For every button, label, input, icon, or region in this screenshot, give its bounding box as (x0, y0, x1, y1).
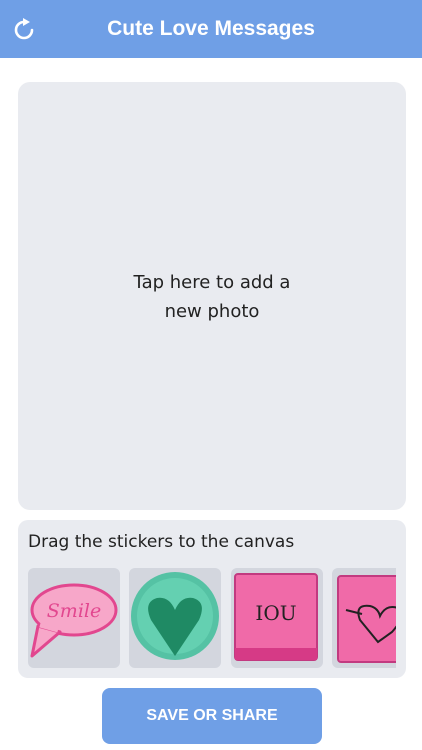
sticker-panel: Drag the stickers to the canvas Smile IO… (18, 520, 406, 678)
pink-note-iou-sticker[interactable]: IOU (231, 568, 323, 668)
save-or-share-button[interactable]: SAVE OR SHARE (102, 688, 322, 744)
page-title: Cute Love Messages (107, 17, 315, 40)
add-photo-prompt: Tap here to add a new photo (92, 268, 332, 326)
refresh-icon[interactable] (10, 16, 38, 44)
pink-note-arrow-heart-sticker[interactable] (332, 568, 396, 668)
photo-canvas[interactable]: Tap here to add a new photo (18, 82, 406, 510)
add-photo-prompt-line2: new photo (164, 301, 260, 322)
green-heart-sticker[interactable] (129, 568, 221, 668)
sticker-row[interactable]: Smile IOU (28, 568, 396, 668)
iou-sticker-text: IOU (255, 601, 296, 625)
navigation-bar: Cute Love Messages (0, 0, 422, 58)
smile-speech-bubble-sticker[interactable]: Smile (28, 568, 120, 668)
smile-sticker-text: Smile (47, 600, 101, 622)
add-photo-prompt-line1: Tap here to add a (133, 272, 291, 293)
sticker-panel-title: Drag the stickers to the canvas (28, 532, 295, 552)
